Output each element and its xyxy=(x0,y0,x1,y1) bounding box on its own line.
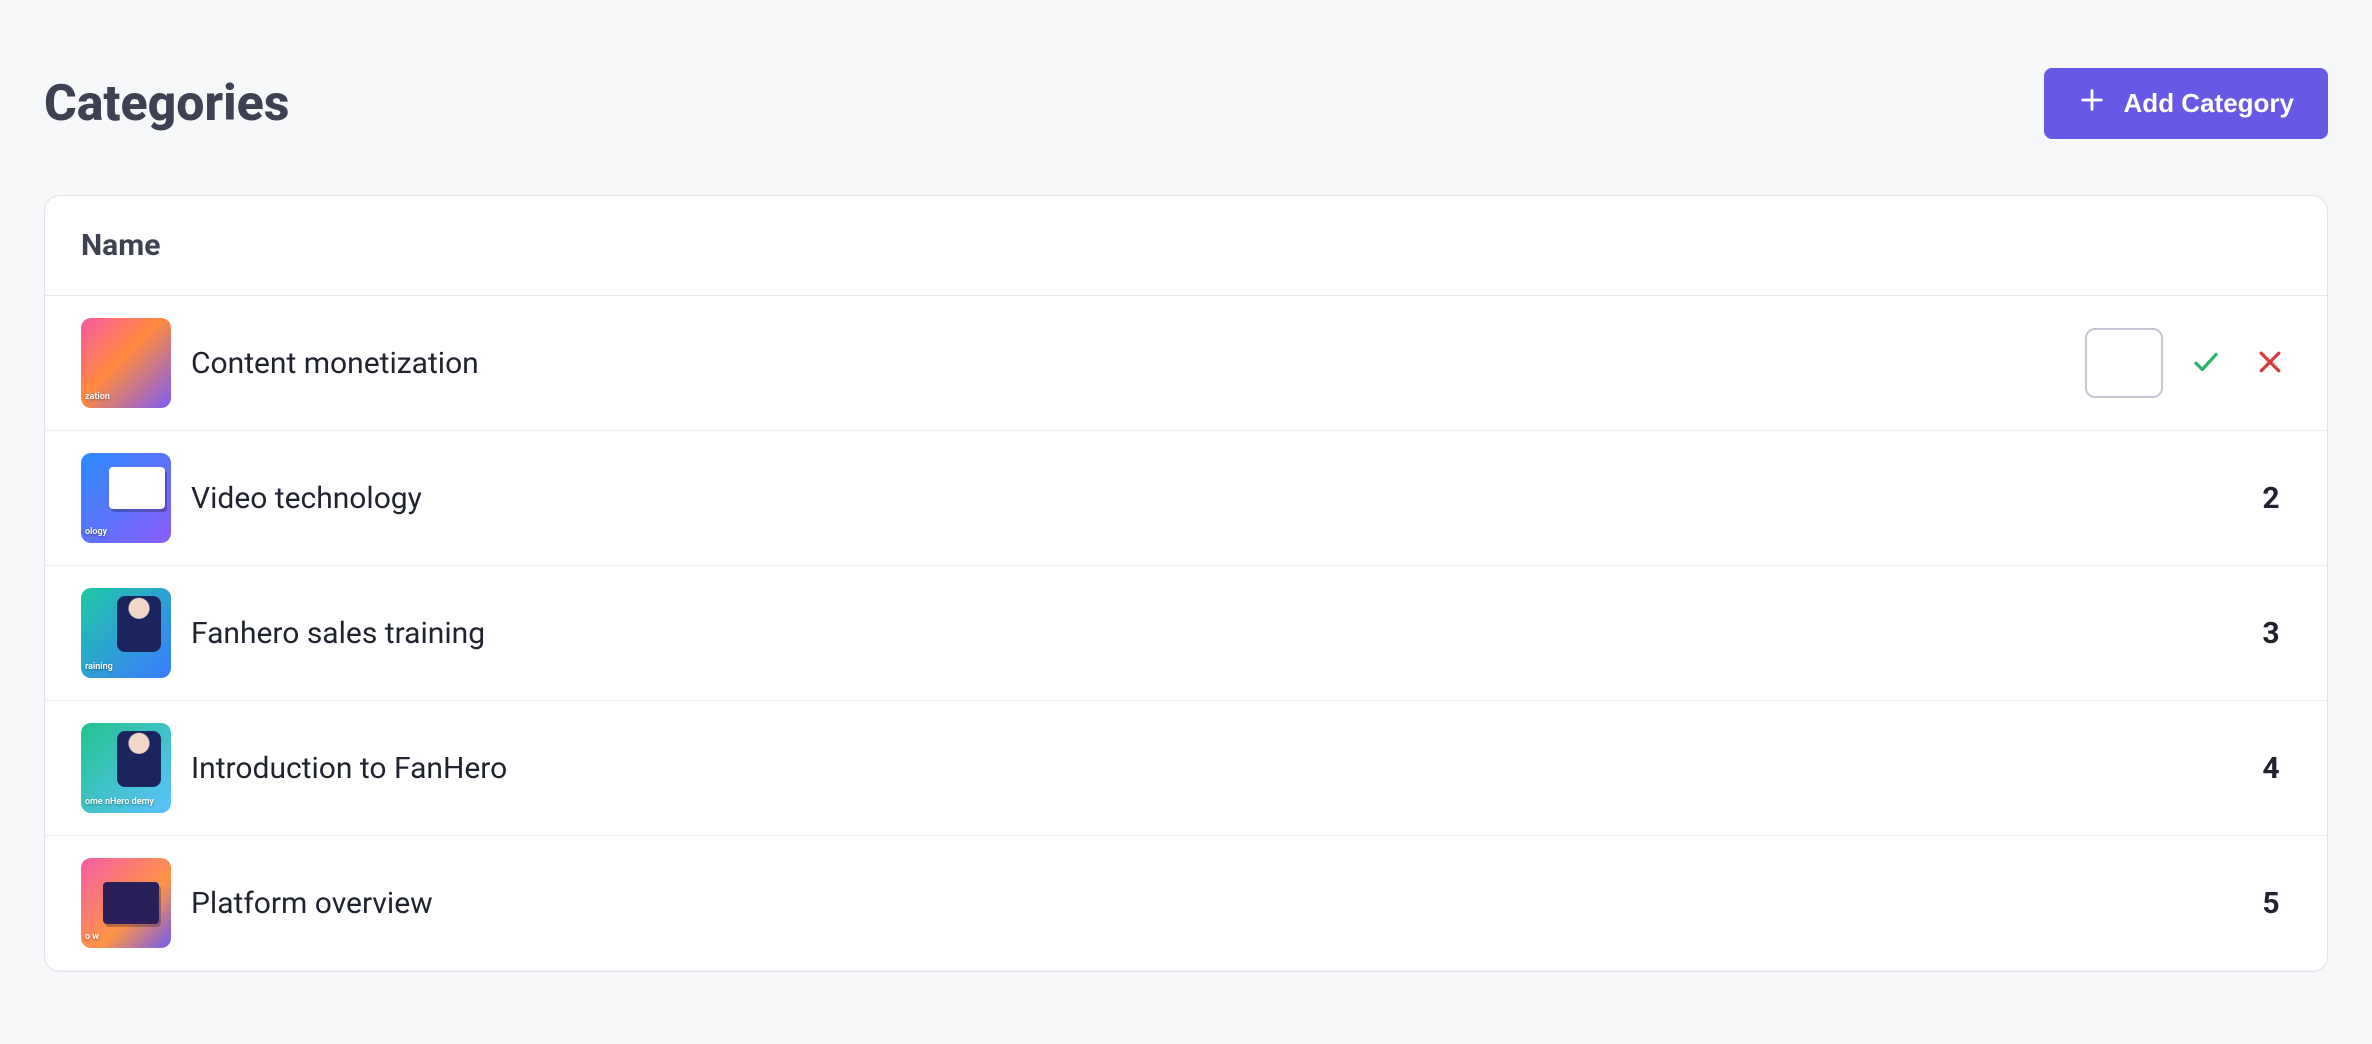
row-actions-cell: 3 xyxy=(1967,566,2327,701)
row-name-wrap: ome nHero demy Introduction to FanHero xyxy=(81,723,1931,813)
table-row[interactable]: ome nHero demy Introduction to FanHero 4 xyxy=(45,701,2327,836)
category-name: Platform overview xyxy=(191,886,433,921)
categories-card: Name zation Content monetization ology Vide… xyxy=(44,195,2328,972)
row-name-cell: zation Content monetization xyxy=(45,296,1967,431)
category-name: Content monetization xyxy=(191,346,479,381)
close-icon xyxy=(2255,347,2285,380)
category-thumbnail: ology xyxy=(81,453,171,543)
row-actions-cell: 4 xyxy=(1967,701,2327,836)
order-value[interactable]: 2 xyxy=(2251,481,2291,516)
row-name-cell: o w Platform overview xyxy=(45,836,1967,971)
category-thumbnail: zation xyxy=(81,318,171,408)
thumbnail-caption: ology xyxy=(85,528,107,537)
table-row[interactable]: ology Video technology 2 xyxy=(45,431,2327,566)
category-thumbnail: o w xyxy=(81,858,171,948)
plus-icon xyxy=(2078,86,2106,121)
row-actions-cell: 2 xyxy=(1967,431,2327,566)
add-category-label: Add Category xyxy=(2124,88,2294,119)
row-name-wrap: raining Fanhero sales training xyxy=(81,588,1931,678)
category-thumbnail: raining xyxy=(81,588,171,678)
categories-table: Name zation Content monetization ology Vide… xyxy=(45,196,2327,971)
cancel-button[interactable] xyxy=(2249,341,2291,386)
order-input[interactable] xyxy=(2085,328,2163,398)
column-header-name: Name xyxy=(45,196,1967,296)
order-value[interactable]: 3 xyxy=(2251,616,2291,651)
row-name-cell: ology Video technology xyxy=(45,431,1967,566)
confirm-button[interactable] xyxy=(2185,341,2227,386)
thumbnail-caption: ome nHero demy xyxy=(85,798,154,807)
category-name: Video technology xyxy=(191,481,422,516)
row-name-wrap: zation Content monetization xyxy=(81,318,1931,408)
row-actions-cell xyxy=(1967,296,2327,431)
order-value[interactable]: 4 xyxy=(2251,751,2291,786)
category-name: Introduction to FanHero xyxy=(191,751,507,786)
order-edit-wrap xyxy=(2085,328,2291,398)
row-name-wrap: o w Platform overview xyxy=(81,858,1931,948)
row-name-wrap: ology Video technology xyxy=(81,453,1931,543)
category-thumbnail: ome nHero demy xyxy=(81,723,171,813)
table-row[interactable]: raining Fanhero sales training 3 xyxy=(45,566,2327,701)
categories-page: Categories Add Category Name zation Conte… xyxy=(0,0,2372,1016)
thumbnail-caption: zation xyxy=(85,393,110,402)
check-icon xyxy=(2191,347,2221,380)
row-name-cell: raining Fanhero sales training xyxy=(45,566,1967,701)
table-row[interactable]: zation Content monetization xyxy=(45,296,2327,431)
add-category-button[interactable]: Add Category xyxy=(2044,68,2328,139)
row-name-cell: ome nHero demy Introduction to FanHero xyxy=(45,701,1967,836)
row-actions-cell: 5 xyxy=(1967,836,2327,971)
order-value[interactable]: 5 xyxy=(2251,886,2291,921)
page-header: Categories Add Category xyxy=(44,44,2328,195)
column-header-actions xyxy=(1967,196,2327,296)
category-name: Fanhero sales training xyxy=(191,616,485,651)
thumbnail-caption: o w xyxy=(85,933,99,942)
thumbnail-caption: raining xyxy=(85,663,113,672)
page-title: Categories xyxy=(44,75,289,133)
table-row[interactable]: o w Platform overview 5 xyxy=(45,836,2327,971)
